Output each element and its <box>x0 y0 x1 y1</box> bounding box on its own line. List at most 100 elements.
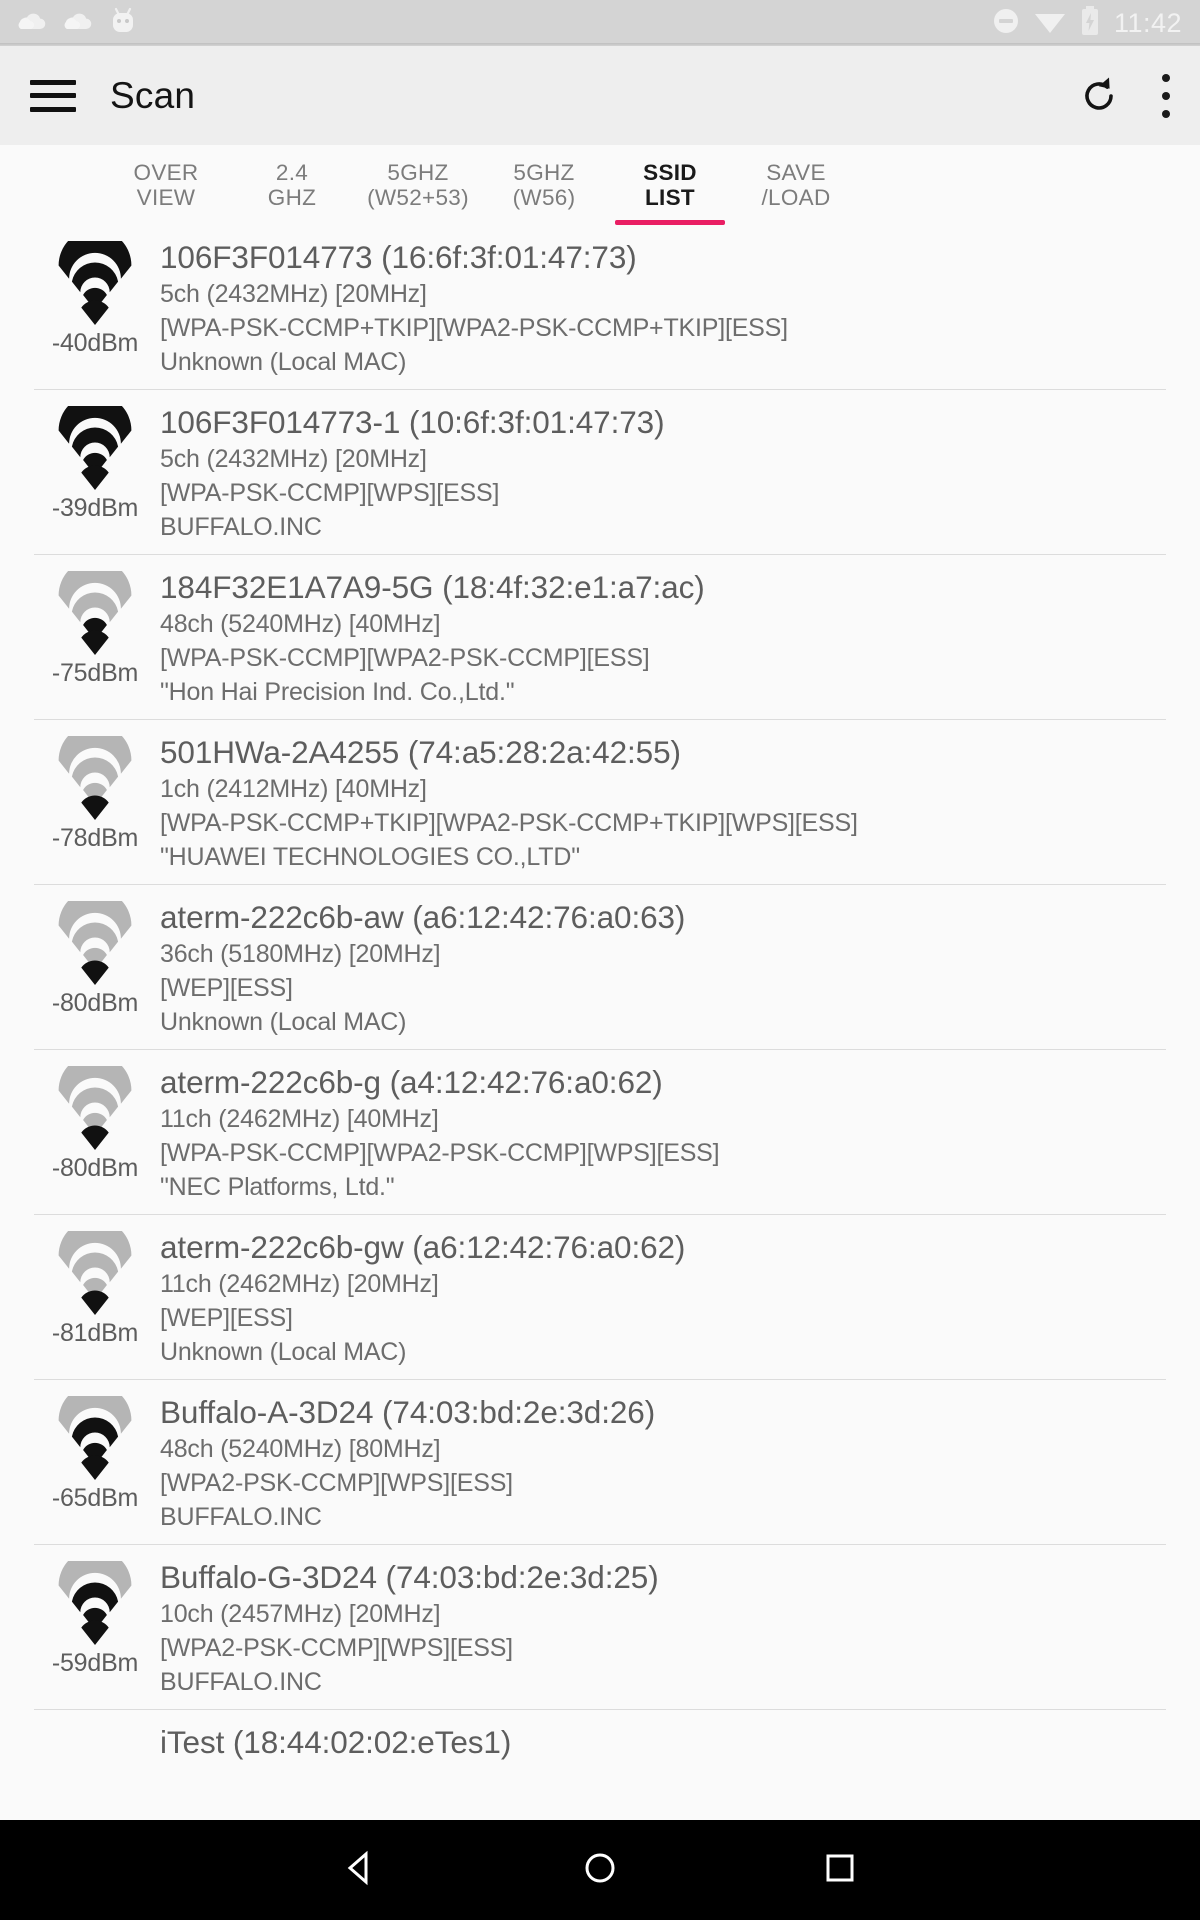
network-vendor: "NEC Platforms, Ltd." <box>160 1173 395 1201</box>
tab-save--load[interactable]: SAVE/LOAD <box>733 145 859 225</box>
network-channel: 1ch (2412MHz) [40MHz] <box>160 775 427 803</box>
network-vendor: BUFFALO.INC <box>160 1668 322 1696</box>
tab-over-view[interactable]: OVER VIEW <box>103 145 229 225</box>
tab-label-line1: SSID <box>643 160 697 185</box>
wifi-signal-icon <box>47 1231 143 1315</box>
network-row[interactable]: -81dBm aterm-222c6b-gw (a6:12:42:76:a0:62… <box>34 1215 1166 1380</box>
tab-label-line2: (W52+53) <box>367 185 469 210</box>
status-bar-system-icons: 11:42 <box>992 5 1182 41</box>
battery-charging-icon <box>1080 5 1100 41</box>
back-triangle-icon[interactable] <box>340 1848 380 1893</box>
network-vendor: Unknown (Local MAC) <box>160 1008 407 1036</box>
tab-label-line1: OVER <box>133 160 199 185</box>
tab-ssid-list[interactable]: SSID LIST <box>607 145 733 225</box>
network-row[interactable]: -80dBm aterm-222c6b-aw (a6:12:42:76:a0:63… <box>34 885 1166 1050</box>
tab-5ghz--w52-53-[interactable]: 5GHZ (W52+53) <box>355 145 481 225</box>
home-circle-icon[interactable] <box>580 1848 620 1893</box>
tab-indicator <box>489 220 599 225</box>
network-row[interactable]: -39dBm 106F3F014773-1 (10:6f:3f:01:47:73)… <box>34 390 1166 555</box>
network-security: [WEP][ESS] <box>160 974 293 1002</box>
signal-strength-dbm: -75dBm <box>51 659 139 687</box>
tab-indicator <box>363 220 473 225</box>
network-info: aterm-222c6b-g (a4:12:42:76:a0:62) 11ch (… <box>156 1062 1166 1204</box>
hamburger-menu-icon[interactable] <box>30 79 76 112</box>
tab-label-line1: 2.4 <box>275 160 309 185</box>
tab-label-line1: 5GHZ <box>513 160 575 185</box>
more-vert-icon[interactable] <box>1162 73 1170 118</box>
tab-5ghz--w56-[interactable]: 5GHZ (W56) <box>481 145 607 225</box>
refresh-icon[interactable] <box>1076 73 1122 119</box>
network-security: [WPA2-PSK-CCMP][WPS][ESS] <box>160 1634 513 1662</box>
network-info: 184F32E1A7A9-5G (18:4f:32:e1:a7:ac) 48ch … <box>156 567 1166 709</box>
wifi-signal-icon <box>47 1396 143 1480</box>
network-security: [WPA2-PSK-CCMP][WPS][ESS] <box>160 1469 513 1497</box>
signal-cell: -80dBm <box>34 1062 156 1183</box>
network-vendor: BUFFALO.INC <box>160 1503 322 1531</box>
signal-strength-dbm: -39dBm <box>51 494 139 522</box>
network-security: [WPA-PSK-CCMP+TKIP][WPA2-PSK-CCMP+TKIP][… <box>160 314 788 342</box>
recents-square-icon[interactable] <box>820 1848 860 1893</box>
network-vendor: "Hon Hai Precision Ind. Co.,Ltd." <box>160 678 515 706</box>
network-security: [WPA-PSK-CCMP][WPA2-PSK-CCMP][ESS] <box>160 644 650 672</box>
phone-screen: 11:42 Scan OVER VIEW 2.4 GHZ 5GHZ (W52+53) 5GH… <box>0 0 1200 1920</box>
tab-indicator <box>741 220 851 225</box>
network-channel: 48ch (5240MHz) [80MHz] <box>160 1435 441 1463</box>
wifi-signal-icon <box>47 1066 143 1150</box>
signal-cell: -81dBm <box>34 1227 156 1348</box>
network-security: [WPA-PSK-CCMP+TKIP][WPA2-PSK-CCMP+TKIP][… <box>160 809 858 837</box>
signal-cell: -39dBm <box>34 402 156 523</box>
tab-label-line2: /LOAD <box>761 185 831 210</box>
tab-label-line1: 5GHZ <box>387 160 449 185</box>
network-info: 106F3F014773-1 (10:6f:3f:01:47:73) 5ch (2… <box>156 402 1166 544</box>
network-info: aterm-222c6b-gw (a6:12:42:76:a0:62) 11ch … <box>156 1227 1166 1369</box>
cloud-icon <box>18 9 48 38</box>
signal-cell: -59dBm <box>34 1557 156 1678</box>
signal-strength-dbm: -80dBm <box>51 1154 139 1182</box>
network-ssid: Buffalo-A-3D24 (74:03:bd:2e:3d:26) <box>160 1394 656 1430</box>
network-row[interactable]: iTest (18:44:02:02:eTes1) <box>34 1710 1166 1820</box>
network-channel: 10ch (2457MHz) [20MHz] <box>160 1600 441 1628</box>
do-not-disturb-icon <box>992 7 1020 40</box>
tab-label-line2: VIEW <box>136 185 196 210</box>
network-ssid: Buffalo-G-3D24 (74:03:bd:2e:3d:25) <box>160 1559 659 1595</box>
network-row[interactable]: -40dBm 106F3F014773 (16:6f:3f:01:47:73) 5c… <box>34 225 1166 390</box>
network-ssid: 106F3F014773 (16:6f:3f:01:47:73) <box>160 239 637 275</box>
signal-cell: -75dBm <box>34 567 156 688</box>
network-row[interactable]: -75dBm 184F32E1A7A9-5G (18:4f:32:e1:a7:ac… <box>34 555 1166 720</box>
tab-label-line2: (W56) <box>512 185 576 210</box>
wifi-signal-icon <box>47 901 143 985</box>
network-vendor: "HUAWEI TECHNOLOGIES CO.,LTD" <box>160 843 580 871</box>
signal-strength-dbm: -81dBm <box>51 1319 139 1347</box>
network-row[interactable]: -59dBm Buffalo-G-3D24 (74:03:bd:2e:3d:25)… <box>34 1545 1166 1710</box>
app-bar: Scan <box>0 46 1200 150</box>
network-channel: 5ch (2432MHz) [20MHz] <box>160 280 427 308</box>
network-ssid: aterm-222c6b-g (a4:12:42:76:a0:62) <box>160 1064 663 1100</box>
network-row[interactable]: -78dBm 501HWa-2A4255 (74:a5:28:2a:42:55) 1… <box>34 720 1166 885</box>
ssid-list[interactable]: -40dBm 106F3F014773 (16:6f:3f:01:47:73) 5c… <box>0 225 1200 1820</box>
tab-label-line2: GHZ <box>267 185 317 210</box>
network-row[interactable]: -65dBm Buffalo-A-3D24 (74:03:bd:2e:3d:26)… <box>34 1380 1166 1545</box>
network-channel: 11ch (2462MHz) [20MHz] <box>160 1270 439 1298</box>
network-ssid: aterm-222c6b-aw (a6:12:42:76:a0:63) <box>160 899 686 935</box>
tab-label-line2: LIST <box>645 185 695 210</box>
network-vendor: BUFFALO.INC <box>160 513 322 541</box>
network-info: 106F3F014773 (16:6f:3f:01:47:73) 5ch (243… <box>156 237 1166 379</box>
network-row[interactable]: -80dBm aterm-222c6b-g (a4:12:42:76:a0:62)… <box>34 1050 1166 1215</box>
tab-indicator <box>237 220 347 225</box>
signal-strength-dbm: -80dBm <box>51 989 139 1017</box>
network-info: Buffalo-A-3D24 (74:03:bd:2e:3d:26) 48ch (… <box>156 1392 1166 1534</box>
wifi-signal-icon <box>47 1561 143 1645</box>
network-channel: 36ch (5180MHz) [20MHz] <box>160 940 441 968</box>
status-bar-notification-icons <box>18 7 136 40</box>
cloud-icon <box>64 9 94 38</box>
wifi-signal-icon <box>47 736 143 820</box>
network-security: [WPA-PSK-CCMP][WPA2-PSK-CCMP][WPS][ESS] <box>160 1139 720 1167</box>
tab-2-4-ghz[interactable]: 2.4 GHZ <box>229 145 355 225</box>
signal-strength-dbm: -40dBm <box>51 329 139 357</box>
page-title: Scan <box>110 74 196 116</box>
network-security: [WPA-PSK-CCMP][WPS][ESS] <box>160 479 500 507</box>
signal-cell: -78dBm <box>34 732 156 853</box>
tab-label-line1: SAVE <box>766 160 826 185</box>
wifi-signal-icon <box>47 571 143 655</box>
wifi-signal-icon <box>47 241 143 325</box>
